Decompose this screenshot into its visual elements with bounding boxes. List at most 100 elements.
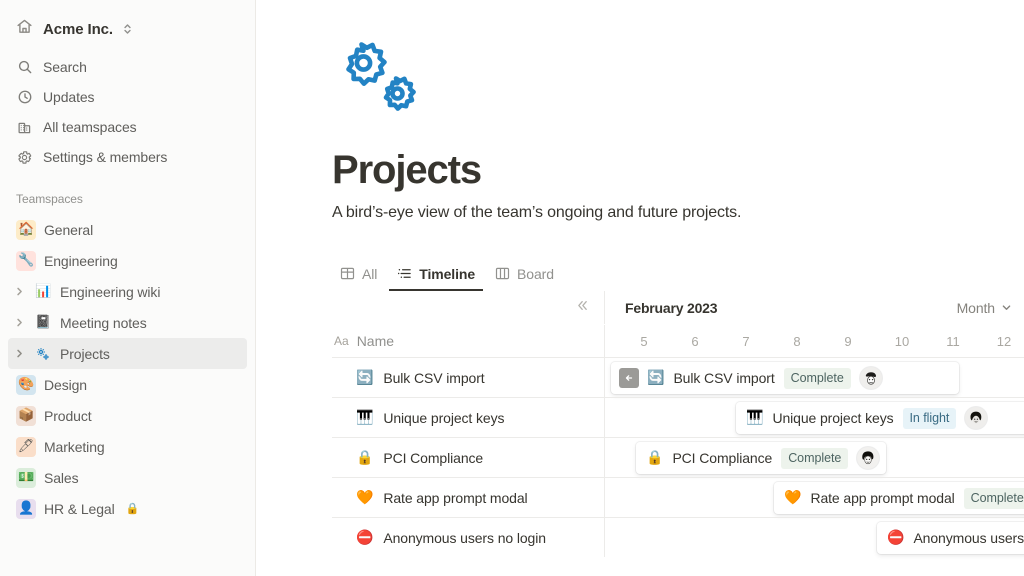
table-grid-icon [340, 266, 355, 281]
sidebar-item-engineering[interactable]: 🔧 Engineering [8, 245, 247, 276]
piano-emoji-icon: 🎹 [356, 409, 374, 426]
timeline-bar[interactable]: 🧡 Rate app prompt modal Complete [774, 482, 1024, 514]
dollar-emoji-icon: 💵 [16, 467, 36, 488]
scale-value: Month [956, 299, 996, 316]
sidebar-item-meeting-notes[interactable]: 📓 Meeting notes [8, 307, 247, 338]
workspace-name: Acme Inc. [43, 20, 113, 38]
sidebar-item-product[interactable]: 📦 Product [8, 400, 247, 431]
sidebar-item-label: Marketing [44, 438, 105, 455]
sidebar-item-label: General [44, 221, 94, 238]
avatar[interactable] [857, 447, 880, 469]
app-root: Acme Inc. Search Updates All teamspaces [0, 0, 1024, 576]
sidebar-item-engineering-wiki[interactable]: 📊 Engineering wiki [8, 276, 247, 307]
row-name: Anonymous users no login [383, 529, 546, 546]
timeline-list-icon [397, 266, 412, 281]
no-entry-emoji-icon: ⛔ [887, 530, 905, 546]
row-name-cell[interactable]: ⛔ Anonymous users no login [332, 517, 604, 557]
row-track: ⛔ Anonymous users no login [604, 517, 1024, 557]
timeline-left-header [332, 291, 604, 324]
avatar[interactable] [965, 407, 988, 429]
view-tabs: All Timeline Board [332, 258, 1024, 291]
refresh-emoji-icon: 🔄 [647, 370, 665, 386]
day-scale: 5 6 7 8 9 10 11 12 [604, 325, 1024, 357]
lock-emoji-icon: 🔒 [646, 450, 664, 466]
sidebar-item-label: Meeting notes [60, 314, 147, 331]
table-row: 🔄 Bulk CSV import 🔄 Bulk CSV import Comp… [332, 357, 1024, 397]
search-icon [16, 59, 33, 76]
name-column-label: Name [356, 333, 395, 349]
row-name-cell[interactable]: 🔄 Bulk CSV import [332, 357, 604, 397]
sidebar-item-label: Search [43, 59, 87, 75]
day-tick: 6 [691, 333, 699, 349]
gear-icon [16, 149, 33, 166]
chevron-right-icon[interactable] [12, 287, 26, 296]
row-name: Unique project keys [383, 409, 505, 426]
piano-emoji-icon: 🎹 [746, 410, 764, 426]
sidebar-item-sales[interactable]: 💵 Sales [8, 462, 247, 493]
status-badge: Complete [963, 487, 1024, 509]
day-tick: 12 [996, 333, 1012, 349]
sidebar-item-updates[interactable]: Updates [8, 82, 247, 112]
sidebar-item-search[interactable]: Search [8, 52, 247, 82]
sidebar-item-marketing[interactable]: 🖊 Marketing [8, 431, 247, 462]
timeline-bar[interactable]: 🎹 Unique project keys In flight [736, 402, 1024, 434]
sidebar-item-label: Engineering wiki [60, 283, 161, 300]
timeline-bar[interactable]: ⛔ Anonymous users no login [877, 522, 1024, 554]
row-name: PCI Compliance [383, 449, 484, 466]
avatar[interactable] [859, 367, 882, 389]
sidebar-item-label: HR & Legal [44, 500, 115, 517]
updown-chevron-icon [123, 22, 132, 36]
orange-heart-emoji-icon: 🧡 [784, 490, 802, 506]
timeline-subheader: Aa Name 5 6 7 8 9 10 11 12 [332, 325, 1024, 357]
sidebar-item-settings-members[interactable]: Settings & members [8, 142, 247, 172]
main-content: Projects A bird’s-eye view of the team’s… [256, 0, 1024, 576]
row-name-cell[interactable]: 🔒 PCI Compliance [332, 437, 604, 477]
sidebar-item-label: Settings & members [43, 149, 168, 165]
palette-emoji-icon: 🎨 [16, 374, 36, 395]
sidebar-item-label: Sales [44, 469, 79, 486]
table-row: 🔒 PCI Compliance 🔒 PCI Compliance Comple… [332, 437, 1024, 477]
sidebar-item-hr-legal[interactable]: 👤 HR & Legal 🔒 [8, 493, 247, 524]
bar-title: Anonymous users no login [913, 530, 1024, 546]
tab-timeline[interactable]: Timeline [389, 258, 484, 291]
sidebar-item-label: Engineering [44, 252, 118, 269]
row-name-cell[interactable]: 🧡 Rate app prompt modal [332, 477, 604, 517]
sidebar-item-design[interactable]: 🎨 Design [8, 369, 247, 400]
double-chevron-left-icon[interactable] [575, 298, 590, 317]
buildings-icon [16, 119, 33, 136]
row-name-cell[interactable]: 🎹 Unique project keys [332, 397, 604, 437]
workspace-switcher[interactable]: Acme Inc. [8, 12, 247, 46]
tab-board[interactable]: Board [487, 258, 562, 291]
page-icon[interactable] [332, 40, 1024, 116]
chevron-right-icon[interactable] [12, 349, 26, 358]
sidebar-item-general[interactable]: 🏠 General [8, 214, 247, 245]
timeline-bar[interactable]: 🔄 Bulk CSV import Complete [611, 362, 959, 394]
name-column-header[interactable]: Aa Name [332, 325, 604, 357]
no-entry-emoji-icon: ⛔ [356, 529, 374, 546]
sidebar-item-projects[interactable]: Projects [8, 338, 247, 369]
bar-title: Bulk CSV import [673, 370, 775, 386]
row-name: Bulk CSV import [383, 369, 485, 386]
sidebar-item-all-teamspaces[interactable]: All teamspaces [8, 112, 247, 142]
sidebar-item-label: Design [44, 376, 87, 393]
chevron-right-icon[interactable] [12, 318, 26, 327]
page-title: Projects [332, 148, 482, 192]
tab-label: Timeline [419, 265, 476, 282]
day-tick: 9 [844, 333, 852, 349]
pen-emoji-icon: 🖊 [16, 436, 36, 457]
house-icon [16, 18, 34, 40]
timeline-header: February 2023 Month [332, 291, 1024, 325]
tab-all[interactable]: All [332, 258, 385, 291]
scale-selector[interactable]: Month [957, 300, 1012, 316]
wrench-emoji-icon: 🔧 [16, 250, 36, 271]
row-track: 🔒 PCI Compliance Complete [604, 437, 1024, 477]
timeline-bar[interactable]: 🔒 PCI Compliance Complete [636, 442, 886, 474]
day-tick: 10 [894, 333, 910, 349]
table-row: ⛔ Anonymous users no login ⛔ Anonymous u… [332, 517, 1024, 557]
bar-left-handle-icon[interactable] [619, 368, 639, 388]
teamspaces-section-label: Teamspaces [16, 192, 83, 206]
status-badge: In flight [902, 407, 957, 429]
row-track: 🧡 Rate app prompt modal Complete [604, 477, 1024, 517]
row-track: 🎹 Unique project keys In flight [604, 397, 1024, 437]
sidebar: Acme Inc. Search Updates All teamspaces [0, 0, 256, 576]
